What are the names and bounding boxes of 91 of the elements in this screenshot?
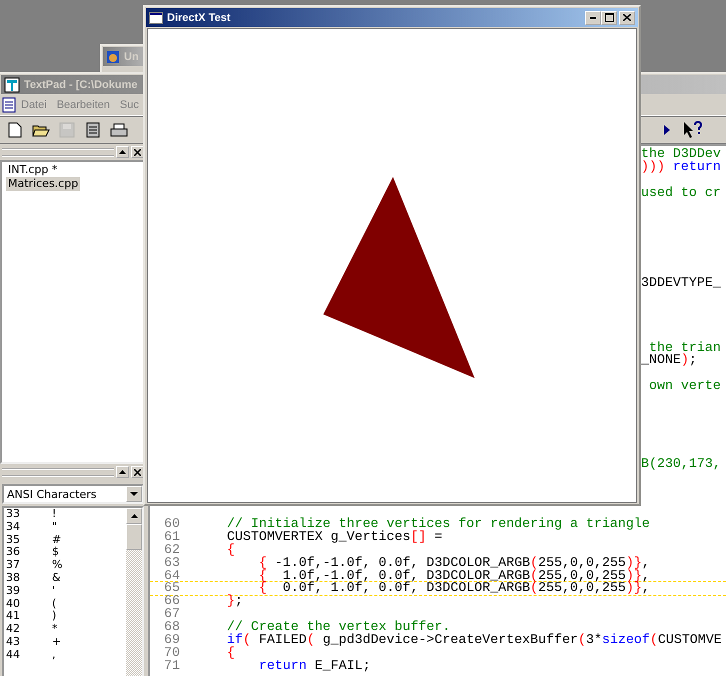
close-button[interactable] [131, 466, 144, 478]
window-icon [149, 12, 163, 24]
code-text: the D3DDev [641, 146, 721, 161]
character-glyph: ' [52, 584, 56, 598]
scroll-up-button[interactable] [116, 146, 129, 158]
close-button[interactable] [619, 10, 635, 24]
line-number: 60 [163, 518, 180, 531]
character-glyph: + [52, 636, 62, 649]
document-icon [2, 97, 16, 113]
code-text: _NONE); [641, 352, 697, 368]
character-glyph: & [52, 572, 61, 585]
character-code: 34 [6, 520, 21, 534]
code-text: used to cr [641, 184, 721, 200]
character-code: 43 [6, 636, 21, 649]
maximize-button[interactable] [601, 10, 617, 24]
line-number: 63 [163, 556, 180, 570]
close-icon [134, 148, 141, 156]
play-arrow-icon[interactable] [664, 125, 670, 135]
character-glyph: % [52, 559, 62, 572]
character-code: 44 [6, 648, 21, 662]
code-text: ))) return [641, 158, 721, 174]
line-number: 67 [163, 608, 180, 622]
code-text: if( FAILED( g_pd3dDevice->CreateVertexBuffer(3*sizeof(CUSTOMVE [226, 634, 722, 647]
code-text: { [226, 646, 235, 660]
scrollbar[interactable] [126, 508, 142, 676]
code-text: { 0.0f, 1.0f, 0.0f, D3DCOLOR_ARGB(255,0,0,255)}, [258, 582, 650, 596]
document-stack-icon[interactable] [86, 122, 100, 138]
close-icon [134, 468, 141, 476]
line-number: 66 [163, 595, 180, 608]
character-code: 42 [6, 623, 21, 636]
panel-grip[interactable] [2, 468, 114, 476]
close-icon [623, 14, 631, 21]
dropdown-arrow-icon [130, 492, 138, 496]
window-title: DirectX Test [167, 12, 230, 24]
line-number: 65 [163, 582, 180, 596]
character-glyph: ! [52, 508, 56, 521]
character-glyph: * [52, 623, 58, 636]
line-number: 71 [163, 660, 180, 673]
up-arrow-icon [119, 470, 126, 474]
printer-icon[interactable] [110, 123, 128, 137]
document-item[interactable]: Matrices.cpp [6, 177, 80, 191]
code-text: B(230,173, [641, 456, 721, 471]
charset-dropdown[interactable]: ANSI Characters [2, 484, 144, 504]
code-text: CUSTOMVERTEX g_Vertices[] = [226, 530, 442, 544]
up-arrow-icon [119, 150, 126, 154]
code-text: { [226, 544, 235, 557]
up-arrow-icon [130, 514, 138, 518]
line-number: 61 [163, 530, 180, 544]
app-icon [106, 50, 120, 64]
folder-icon[interactable] [32, 123, 50, 137]
panel-grip[interactable] [2, 148, 114, 156]
character-glyph: $ [52, 546, 59, 560]
document-item[interactable]: INT.cpp * [6, 163, 60, 177]
character-code: 37 [6, 559, 21, 572]
code-text: { 1.0f,-1.0f, 0.0f, D3DCOLOR_ARGB(255,0,0,255)}, [258, 570, 650, 582]
line-number: 64 [163, 570, 180, 582]
code-text: return E_FAIL; [258, 660, 371, 673]
character-code: 35 [6, 534, 21, 546]
character-glyph: # [52, 534, 62, 546]
character-code: 36 [6, 546, 21, 560]
window-title: Un [124, 50, 139, 62]
line-number: 70 [163, 646, 180, 660]
new-file-icon[interactable] [8, 122, 22, 138]
line-number: 62 [163, 544, 180, 557]
code-text: { -1.0f,-1.0f, 0.0f, D3DCOLOR_ARGB(255,0,0,255)}, [258, 556, 650, 570]
character-glyph: " [52, 520, 58, 534]
character-code: 33 [6, 508, 21, 521]
scroll-up-button[interactable] [116, 466, 129, 478]
line-number: 68 [163, 621, 180, 634]
character-glyph: ( [52, 598, 56, 610]
character-code: 41 [6, 610, 21, 624]
character-code: 39 [6, 584, 21, 598]
maximize-icon [604, 13, 614, 22]
character-glyph: ) [52, 610, 56, 624]
app-icon [4, 76, 20, 92]
character-code: 40 [6, 598, 21, 610]
code-text: }; [226, 595, 243, 608]
character-glyph: , [52, 648, 56, 662]
code-text: own verte [648, 378, 721, 394]
minimize-icon [590, 16, 596, 18]
close-button[interactable] [131, 146, 144, 158]
minimize-button[interactable] [585, 10, 601, 24]
character-code: 38 [6, 572, 21, 585]
scroll-thumb[interactable] [126, 524, 142, 550]
code-text: 3DDEVTYPE_ [641, 275, 721, 290]
code-text: the trian [648, 340, 721, 354]
line-number: 69 [163, 634, 180, 647]
window-title: TextPad - [C:\Dokume [24, 78, 138, 90]
help-pointer-icon[interactable] [683, 121, 703, 139]
code-text: // Create the vertex buffer. [226, 621, 450, 634]
code-text: // Initialize three vertices for rendering a triangle [226, 518, 650, 531]
